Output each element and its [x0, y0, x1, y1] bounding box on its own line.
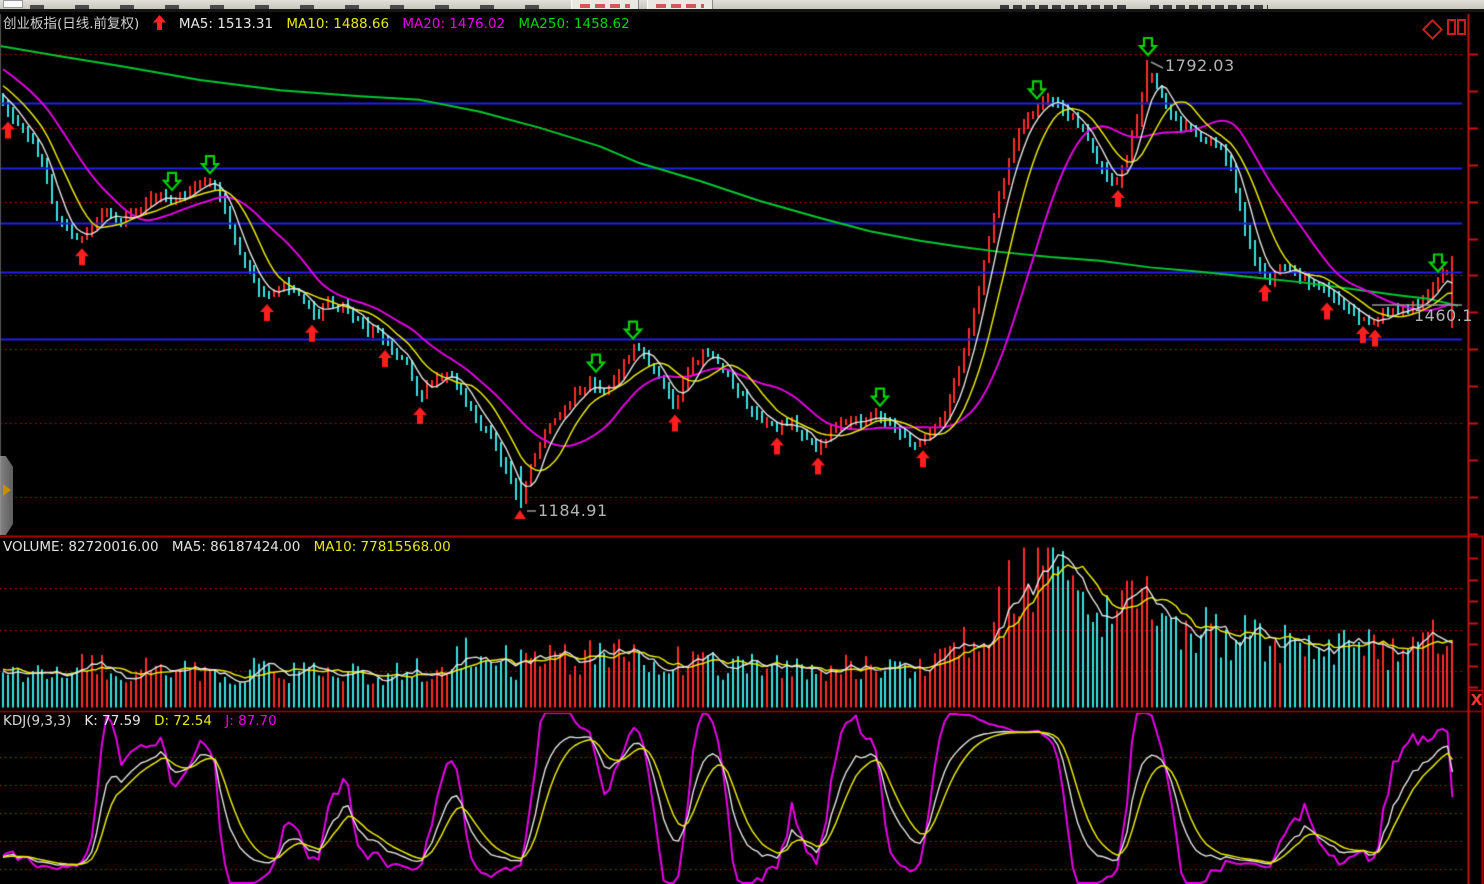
toolbar-button-1[interactable] [571, 0, 639, 9]
volume-header: VOLUME: 82720016.00 MA5: 86187424.00 MA1… [3, 540, 460, 555]
toolbar-button-2[interactable] [647, 0, 713, 9]
up-arrow-icon [153, 15, 166, 34]
trading-app-window: 创业板指(日线.前复权) MA5: 1513.31 MA10: 1488.66 … [0, 0, 1484, 884]
last-price-label: 1460.1 [1414, 306, 1473, 325]
main-chart-header: 创业板指(日线.前复权) MA5: 1513.31 MA10: 1488.66 … [3, 15, 639, 34]
close-indicator-button[interactable]: X [1470, 691, 1483, 710]
kdj-k-value: K: 77.59 [84, 713, 140, 729]
kdj-header: KDJ(9,3,3) K: 77.59 D: 72.54 J: 87.70 [3, 714, 286, 729]
volume-ma10-value: MA10: 77815568.00 [314, 539, 451, 555]
restore-windows-icon[interactable] [1447, 19, 1469, 36]
ma20-value: MA20: 1476.02 [402, 16, 505, 32]
chart-canvas[interactable] [0, 0, 1484, 884]
ma250-value: MA250: 1458.62 [518, 16, 629, 32]
low-price-label: 1184.91 [538, 501, 608, 520]
menu-bar[interactable] [0, 0, 1484, 12]
volume-ma5-value: MA5: 86187424.00 [172, 539, 301, 555]
ma5-value: MA5: 1513.31 [179, 16, 273, 32]
app-logo-icon[interactable] [3, 0, 23, 8]
titlebar-text-clipped-2 [1150, 5, 1268, 9]
menu-items-clipped[interactable] [30, 5, 550, 9]
kdj-d-value: D: 72.54 [154, 713, 212, 729]
sidebar-expand-tab[interactable] [0, 456, 13, 535]
titlebar-text-clipped [1000, 5, 1128, 9]
expand-arrow-icon [3, 484, 11, 496]
symbol-title: 创业板指(日线.前复权) [3, 16, 139, 32]
high-price-label: 1792.03 [1165, 56, 1235, 75]
kdj-name: KDJ(9,3,3) [3, 713, 71, 729]
volume-value: VOLUME: 82720016.00 [3, 539, 159, 555]
ma10-value: MA10: 1488.66 [286, 16, 389, 32]
kdj-j-value: J: 87.70 [225, 713, 276, 729]
